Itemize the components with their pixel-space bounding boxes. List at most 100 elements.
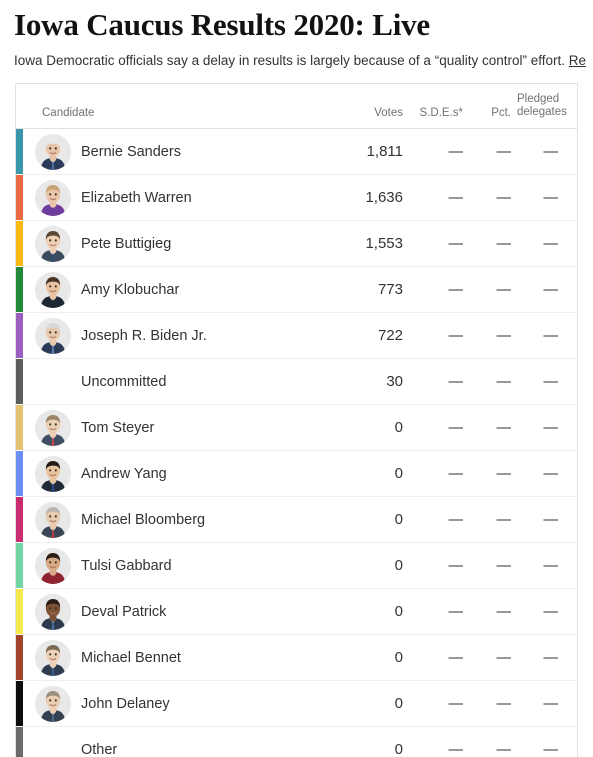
header-candidate[interactable]: Candidate [23,84,323,129]
pct-value: — [469,496,517,543]
results-table-container: Candidate Votes S.D.E.s* Pct. Pledged de… [15,83,578,757]
pledged-delegates-value: — [517,404,577,451]
candidate-cell: Deval Patrick [23,588,323,635]
candidate-name: Other [81,741,118,757]
candidate-cell: Michael Bloomberg [23,496,323,543]
header-sdes[interactable]: S.D.E.s* [409,84,469,129]
sdes-value: — [409,266,469,313]
votes-value: 0 [323,404,409,451]
pct-value: — [469,128,517,175]
header-pct[interactable]: Pct. [469,84,517,129]
candidate-name: Pete Buttigieg [81,235,172,252]
candidate-name: Joseph R. Biden Jr. [81,327,207,344]
results-table: Candidate Votes S.D.E.s* Pct. Pledged de… [16,84,577,757]
candidate-cell: Other [23,726,323,757]
header-pledged-delegates[interactable]: Pledged delegates [517,84,577,129]
row-color-bar-cell [16,497,23,543]
votes-value: 0 [323,496,409,543]
page-subtitle: Iowa Democratic officials say a delay in… [14,52,593,70]
candidate-cell: Tom Steyer [23,404,323,451]
votes-value: 0 [323,542,409,589]
pct-value: — [469,634,517,681]
pledged-delegates-value: — [517,726,577,757]
candidate-avatar [35,455,71,492]
candidate-row-content: Michael Bennet [23,639,323,676]
row-color-bar-cell [16,221,23,267]
candidate-color-bar [16,543,23,588]
table-row[interactable]: Deval Patrick 0— — — [16,588,577,635]
pct-value: — [469,312,517,359]
pct-value: — [469,726,517,757]
table-row[interactable]: Joseph R. Biden Jr. 722— — — [16,312,577,359]
candidate-row-content: Joseph R. Biden Jr. [23,317,323,354]
candidate-name: Bernie Sanders [81,143,181,160]
candidate-name: Amy Klobuchar [81,281,180,298]
table-row[interactable]: Other 0— — — [16,726,577,757]
pct-value: — [469,220,517,267]
pledged-delegates-value: — [517,588,577,635]
table-row[interactable]: Uncommitted 30— — — [16,358,577,405]
header-pct-label: Pct. [491,107,511,119]
candidate-name: Tulsi Gabbard [81,557,172,574]
header-pledged-line2: delegates [517,106,567,118]
candidate-avatar [35,501,71,538]
header-color-bar-spacer [16,84,23,129]
candidate-name: Tom Steyer [81,419,155,436]
table-row[interactable]: Amy Klobuchar 773— — — [16,266,577,313]
subtitle-text: Iowa Democratic officials say a delay in… [14,53,569,68]
row-color-bar-cell [16,175,23,221]
candidate-color-bar [16,313,23,358]
table-body: Bernie Sanders 1,811— — — Elizabeth Warren 1,… [16,128,577,757]
candidate-color-bar [16,635,23,680]
candidate-row-content: John Delaney [23,685,323,722]
read-more-link[interactable]: Re [569,53,586,68]
table-row[interactable]: Michael Bennet 0— — — [16,634,577,681]
candidate-avatar [35,409,71,446]
votes-value: 1,811 [323,128,409,175]
table-row[interactable]: Michael Bloomberg 0— — — [16,496,577,543]
candidate-color-bar [16,727,23,757]
table-row[interactable]: Andrew Yang 0— — — [16,450,577,497]
row-color-bar-cell [16,543,23,589]
candidate-avatar [35,133,71,170]
candidate-avatar [35,271,71,308]
table-row[interactable]: John Delaney 0— — — [16,680,577,727]
table-row[interactable]: Tulsi Gabbard 0— — — [16,542,577,589]
candidate-color-bar [16,405,23,450]
votes-value: 0 [323,588,409,635]
pct-value: — [469,266,517,313]
sdes-value: — [409,726,469,757]
table-row[interactable]: Elizabeth Warren 1,636— — — [16,174,577,221]
candidate-row-content: Pete Buttigieg [23,225,323,262]
pledged-delegates-value: — [517,542,577,589]
candidate-row-content: Tom Steyer [23,409,323,446]
table-row[interactable]: Bernie Sanders 1,811— — — [16,128,577,175]
candidate-color-bar [16,175,23,220]
votes-value: 30 [323,358,409,405]
sdes-value: — [409,542,469,589]
row-color-bar-cell [16,129,23,175]
candidate-color-bar [16,267,23,312]
candidate-cell: Pete Buttigieg [23,220,323,267]
candidate-color-bar [16,497,23,542]
candidate-cell: Uncommitted [23,358,323,405]
header-candidate-label: Candidate [42,107,95,119]
candidate-cell: Michael Bennet [23,634,323,681]
pledged-delegates-value: — [517,220,577,267]
table-row[interactable]: Tom Steyer 0— — — [16,404,577,451]
row-color-bar-cell [16,313,23,359]
table-row[interactable]: Pete Buttigieg 1,553— — — [16,220,577,267]
candidate-avatar [35,639,71,676]
sdes-value: — [409,450,469,497]
candidate-name: Andrew Yang [81,465,167,482]
table-header-row: Candidate Votes S.D.E.s* Pct. Pledged de… [16,84,577,129]
votes-value: 0 [323,726,409,757]
header-votes-label: Votes [374,107,403,119]
candidate-color-bar [16,221,23,266]
candidate-row-content: Bernie Sanders [23,133,323,170]
header-votes[interactable]: Votes [323,84,409,129]
row-color-bar-cell [16,405,23,451]
pledged-delegates-value: — [517,266,577,313]
results-page: Iowa Caucus Results 2020: Live Iowa Demo… [0,0,593,757]
row-color-bar-cell [16,589,23,635]
